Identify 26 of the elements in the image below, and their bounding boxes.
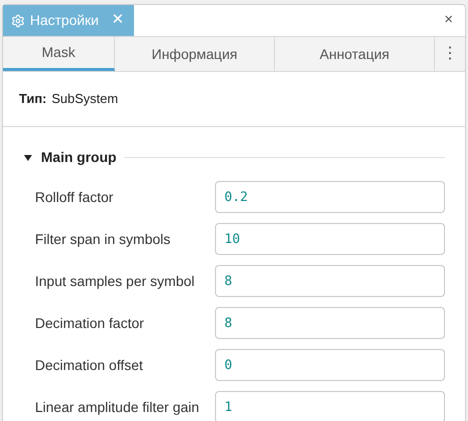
expand-toggle[interactable] (23, 154, 33, 162)
close-button[interactable]: × (444, 9, 453, 32)
tab[interactable]: Информация (115, 37, 275, 71)
param-label: Rolloff factor (35, 188, 114, 206)
type-label: Тип: (19, 90, 47, 108)
panel-tab-title: Настройки (30, 11, 99, 30)
type-value: SubSystem (52, 90, 118, 108)
group-title: Main group (41, 148, 116, 167)
param-input-field[interactable]: 8 (215, 307, 445, 339)
param-label: Linear amplitude filter gain (35, 398, 200, 417)
param-input-field[interactable]: 0 (215, 349, 445, 381)
close-tab-button[interactable]: ✕ (112, 9, 125, 32)
tab[interactable]: Аннотация (275, 37, 435, 71)
caret-icon (23, 154, 33, 162)
param-label: Decimation offset (35, 356, 144, 374)
param-label: Filter span in symbols (35, 230, 172, 249)
param-label: Decimation factor (35, 314, 145, 332)
param-input-field[interactable]: 1 (215, 391, 445, 421)
panel-tab[interactable]: Настройки ✕ (3, 5, 134, 36)
settings-icon (11, 14, 25, 28)
param-label: Input samples per symbol (35, 272, 196, 291)
more-button[interactable]: ⋮ (435, 37, 465, 71)
param-input-field[interactable]: 8 (215, 265, 445, 297)
param-input-field[interactable]: 0.2 (215, 181, 445, 213)
param-input-field[interactable]: 10 (215, 223, 445, 255)
tab[interactable]: Mask (3, 37, 115, 71)
